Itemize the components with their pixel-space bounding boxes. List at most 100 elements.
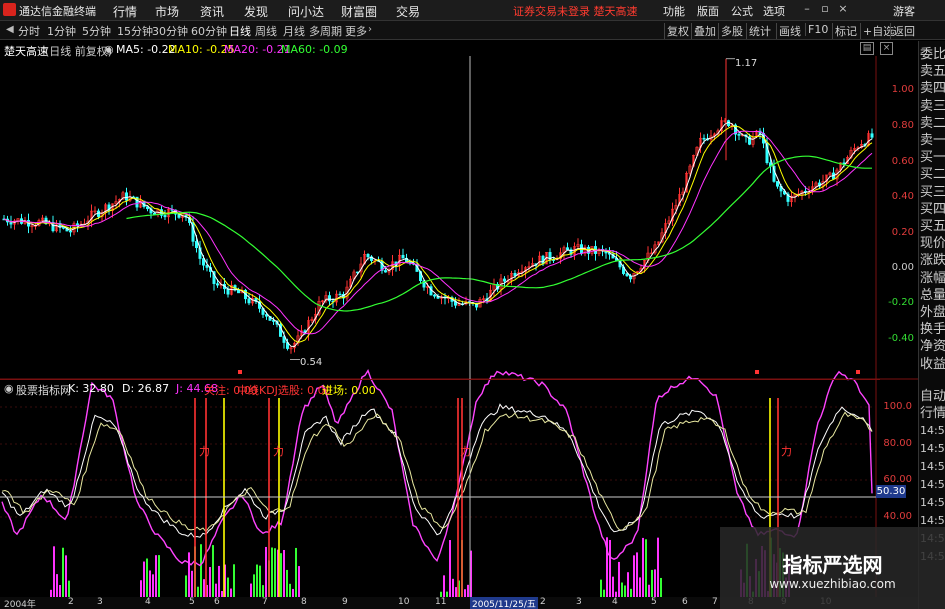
- histogram-bar: [155, 555, 157, 597]
- histogram-bar: [253, 574, 255, 597]
- price-tick: 1.00: [891, 84, 914, 95]
- quote-field: 买三: [920, 184, 945, 200]
- candle-body: [565, 247, 569, 250]
- candle-body: [195, 241, 199, 249]
- histogram-bar: [188, 552, 190, 597]
- histogram-bar: [449, 540, 451, 597]
- histogram-bar: [53, 546, 55, 597]
- histogram-bar: [227, 577, 229, 597]
- price-tick: 0.00: [891, 262, 914, 273]
- chart-options-icon[interactable]: ▤: [860, 42, 874, 55]
- histogram-bar: [212, 545, 214, 597]
- date-tick: 2: [540, 597, 546, 607]
- low-price-label: 0.54: [300, 357, 323, 368]
- histogram-bar: [639, 577, 641, 597]
- ma60-line: [126, 155, 872, 312]
- histogram-bar: [645, 539, 647, 597]
- candle-body: [163, 215, 167, 218]
- candle-body: [513, 272, 517, 276]
- candle-body: [737, 133, 741, 136]
- histogram-bar: [185, 575, 187, 597]
- kdj-tick: 80.00: [883, 438, 912, 449]
- kdj-tick: 60.00: [883, 474, 912, 485]
- histogram-bar: [455, 587, 457, 597]
- quote-field: 收益: [920, 356, 945, 372]
- histogram-bar: [65, 555, 67, 597]
- histogram-bar: [158, 555, 160, 597]
- histogram-bar: [600, 579, 602, 597]
- quote-field: 总量: [920, 287, 945, 303]
- pane-marker: [755, 370, 759, 374]
- indicator-name[interactable]: 股票指标网: [16, 382, 71, 398]
- quote-field: 卖二: [920, 115, 945, 131]
- date-tick: 4: [145, 597, 151, 607]
- quote-field: 买二: [920, 167, 945, 183]
- tick-time: 14:50: [920, 442, 945, 455]
- histogram-bar: [200, 544, 202, 597]
- histogram-bar: [452, 578, 454, 597]
- ma20-line: [3, 130, 873, 335]
- zhongxian-value: 中线KDJ选股: 0.00: [237, 384, 332, 397]
- histogram-bar: [152, 574, 154, 597]
- panel-auto-item[interactable]: 行情: [920, 402, 945, 421]
- tick-time: 14:50: [920, 478, 945, 491]
- indicator-settings-icon[interactable]: ◉: [4, 382, 14, 395]
- signal-marker: 力: [460, 445, 471, 458]
- quote-field: 买五: [920, 219, 945, 234]
- candle-body: [237, 289, 241, 294]
- candle-body: [432, 294, 436, 297]
- price-tick: 0.80: [891, 120, 914, 131]
- chart-canvas[interactable]: 力力力力: [0, 0, 918, 597]
- histogram-bar: [627, 572, 629, 597]
- histogram-bar: [298, 566, 300, 597]
- candle-body: [870, 133, 874, 138]
- histogram-bar: [603, 589, 605, 597]
- candle-body: [153, 212, 157, 215]
- settings-icon[interactable]: ◉: [104, 43, 114, 56]
- histogram-bar: [467, 584, 469, 597]
- quote-field: 卖五: [920, 64, 945, 80]
- candle-body: [327, 295, 331, 302]
- pane-marker: [856, 370, 860, 374]
- high-price-label: 1.17: [735, 58, 758, 69]
- quote-field: 净资: [920, 339, 945, 355]
- ma5-line: [3, 121, 873, 348]
- ma60-label: MA60: -0.09: [281, 43, 348, 56]
- histogram-bar: [218, 565, 220, 597]
- candle-body: [125, 192, 129, 201]
- date-tick: 6: [214, 597, 220, 607]
- date-tick: 8: [301, 597, 307, 607]
- price-tick: -0.20: [888, 297, 914, 308]
- quote-field: 买一: [920, 150, 945, 166]
- histogram-bar: [648, 584, 650, 597]
- histogram-bar: [280, 553, 282, 597]
- date-tick: 11: [435, 597, 447, 607]
- histogram-bar: [197, 586, 199, 597]
- histogram-bar: [636, 552, 638, 597]
- quote-side-panel: 委比 卖五 卖四 卖三 卖二 卖一 买一 买二 买三 买四 买五 现价 涨跌 涨幅 总量 外盘 换手 净资 收益 自动…: [918, 41, 945, 609]
- quote-field: 委比: [920, 47, 945, 62]
- histogram-bar: [215, 583, 217, 597]
- cursor-date-label: 2005/11/25/五: [470, 597, 538, 609]
- histogram-bar: [633, 555, 635, 597]
- histogram-bar: [143, 561, 145, 597]
- histogram-bar: [624, 585, 626, 597]
- quote-field: 涨跌: [920, 253, 945, 269]
- quote-field: 卖四: [920, 81, 945, 97]
- histogram-bar: [250, 583, 252, 597]
- histogram-bar: [140, 580, 142, 597]
- date-tick: 10: [398, 597, 410, 607]
- d-value: D: 26.87: [122, 382, 170, 395]
- histogram-bar: [56, 574, 58, 597]
- watermark-title: 指标严选网: [782, 553, 883, 577]
- date-tick: 6: [682, 597, 688, 607]
- chart-close-icon[interactable]: ×: [880, 42, 893, 55]
- quote-field: 涨幅: [920, 270, 945, 286]
- candle-body: [702, 137, 706, 140]
- histogram-bar: [630, 588, 632, 597]
- jinchang-value: 进场: 0.00: [322, 384, 376, 397]
- date-tick: 5: [651, 597, 657, 607]
- candle-body: [366, 253, 370, 258]
- histogram-bar: [654, 569, 656, 597]
- histogram-bar: [59, 585, 61, 597]
